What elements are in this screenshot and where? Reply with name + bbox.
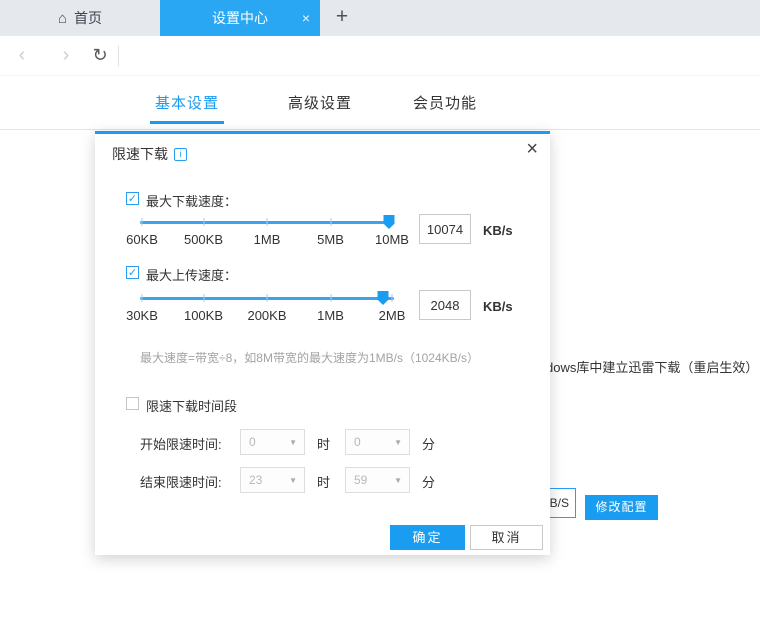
- tick-label: 5MB: [317, 232, 344, 247]
- end-hour-value: 23: [249, 473, 262, 487]
- start-hour-value: 0: [249, 435, 256, 449]
- end-minute-value: 59: [354, 473, 367, 487]
- tab-home-label: 首页: [74, 8, 102, 28]
- start-time-label: 开始限速时间:: [140, 434, 222, 453]
- titlebar: ⌂ 首页 设置中心 × +: [0, 0, 760, 36]
- slider-tick: [142, 218, 143, 226]
- ok-button[interactable]: 确定: [390, 525, 465, 550]
- schedule-checkbox[interactable]: [126, 397, 139, 410]
- minute-unit-label: 分: [422, 472, 435, 491]
- slider-tick: [203, 294, 204, 302]
- tick-label: 1MB: [254, 232, 281, 247]
- dialog-close-icon[interactable]: ×: [526, 138, 538, 161]
- download-speed-input[interactable]: [419, 214, 471, 244]
- tick-label: 10MB: [375, 232, 409, 247]
- download-limit-checkbox[interactable]: ✓: [126, 192, 139, 205]
- tab-close-icon[interactable]: ×: [302, 0, 310, 36]
- download-speed-slider[interactable]: 60KB 500KB 1MB 5MB 10MB: [140, 214, 394, 244]
- start-minute-dropdown[interactable]: 0 ▼: [345, 429, 410, 455]
- back-icon[interactable]: ‹: [10, 36, 34, 76]
- tick-label: 100KB: [184, 308, 223, 323]
- tick-label: 500KB: [184, 232, 223, 247]
- slider-tick: [330, 218, 331, 226]
- start-hour-dropdown[interactable]: 0 ▼: [240, 429, 305, 455]
- start-minute-value: 0: [354, 435, 361, 449]
- tick-label: 60KB: [126, 232, 158, 247]
- download-limit-label: 最大下载速度：: [146, 191, 237, 210]
- upload-limit-checkbox[interactable]: ✓: [126, 266, 139, 279]
- modify-config-button[interactable]: 修改配置: [585, 495, 658, 520]
- slider-tick: [267, 294, 268, 302]
- refresh-icon[interactable]: ↻: [88, 36, 112, 76]
- tick-label: 200KB: [247, 308, 286, 323]
- slider-tick: [142, 294, 143, 302]
- chevron-down-icon: ▼: [394, 476, 402, 485]
- upload-speed-slider[interactable]: 30KB 100KB 200KB 1MB 2MB: [140, 290, 394, 320]
- hour-unit-label: 时: [317, 472, 330, 491]
- upload-speed-unit: KB/s: [483, 299, 513, 314]
- navbar: ‹ › ↻: [0, 36, 760, 76]
- slider-tick: [392, 294, 393, 302]
- chevron-down-icon: ▼: [394, 438, 402, 447]
- dialog-title: 限速下载: [112, 144, 168, 164]
- end-time-label: 结束限速时间:: [140, 472, 222, 491]
- tab-basic-settings[interactable]: 基本设置: [147, 92, 227, 113]
- background-library-text: dows库中建立迅雷下载（重启生效）: [546, 357, 758, 376]
- tick-label: 2MB: [379, 308, 406, 323]
- settings-tabbar: 基本设置 高级设置 会员功能: [0, 76, 760, 130]
- tab-settings-label: 设置中心: [212, 8, 268, 28]
- navbar-divider: [118, 46, 119, 66]
- slider-thumb[interactable]: [384, 215, 395, 229]
- dialog-title-row: 限速下载 i: [112, 144, 187, 164]
- tick-label: 1MB: [317, 308, 344, 323]
- upload-limit-label: 最大上传速度：: [146, 265, 237, 284]
- slider-tick: [203, 218, 204, 226]
- tab-home[interactable]: ⌂ 首页: [0, 0, 160, 36]
- tab-member-features[interactable]: 会员功能: [405, 92, 485, 113]
- slider-tick: [330, 294, 331, 302]
- end-minute-dropdown[interactable]: 59 ▼: [345, 467, 410, 493]
- speed-limit-dialog: 限速下载 i × ✓ 最大下载速度： 60KB 500KB 1MB 5MB 10…: [95, 131, 550, 555]
- home-icon: ⌂: [58, 11, 67, 26]
- info-icon[interactable]: i: [174, 148, 187, 161]
- download-speed-unit: KB/s: [483, 223, 513, 238]
- tab-settings-center[interactable]: 设置中心 ×: [160, 0, 320, 36]
- chevron-down-icon: ▼: [289, 438, 297, 447]
- upload-speed-input[interactable]: [419, 290, 471, 320]
- schedule-label: 限速下载时间段: [146, 396, 237, 415]
- hour-unit-label: 时: [317, 434, 330, 453]
- tab-advanced-settings[interactable]: 高级设置: [280, 92, 360, 113]
- slider-thumb[interactable]: [378, 291, 389, 305]
- cancel-button[interactable]: 取消: [470, 525, 543, 550]
- tick-label: 30KB: [126, 308, 158, 323]
- active-tab-underline: [150, 121, 224, 124]
- end-hour-dropdown[interactable]: 23 ▼: [240, 467, 305, 493]
- speed-hint-text: 最大速度=带宽÷8，如8M带宽的最大速度为1MB/s（1024KB/s）: [140, 349, 479, 366]
- new-tab-button[interactable]: +: [326, 0, 358, 36]
- slider-tick: [267, 218, 268, 226]
- forward-icon[interactable]: ›: [54, 36, 78, 76]
- app-window: ⌂ 首页 设置中心 × + ‹ › ↻ 基本设置 高级设置 会员功能 dows库…: [0, 0, 760, 620]
- minute-unit-label: 分: [422, 434, 435, 453]
- chevron-down-icon: ▼: [289, 476, 297, 485]
